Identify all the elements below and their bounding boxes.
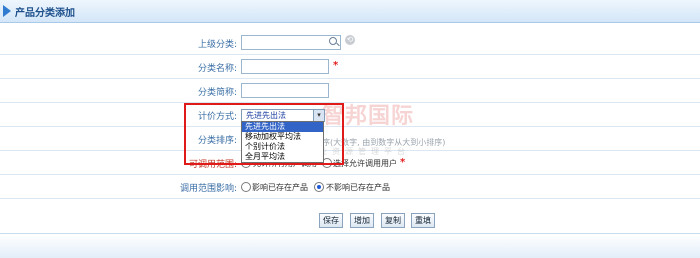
highlight-box: [184, 103, 344, 165]
category-name-label: 分类名称:: [197, 64, 237, 74]
impact-existing-label: 影响已存在产品: [252, 183, 308, 192]
title-bar: 产品分类添加: [0, 0, 700, 23]
parent-category-input[interactable]: [241, 35, 341, 50]
impact-existing-radio[interactable]: [241, 182, 251, 192]
row-scope-impact: 调用范围影响: 影响已存在产品 不影响已存在产品: [0, 174, 700, 199]
row-parent-category: 上级分类: ⟲: [0, 30, 700, 55]
required-mark: *: [400, 157, 406, 168]
reset-button[interactable]: 重填: [411, 213, 435, 228]
copy-button[interactable]: 复制: [381, 213, 405, 228]
impact-none-radio[interactable]: [314, 182, 324, 192]
category-abbr-label: 分类简称:: [197, 88, 237, 98]
category-name-input[interactable]: [241, 59, 329, 74]
search-icon[interactable]: [329, 37, 337, 45]
scope-impact-label: 调用范围影响:: [179, 184, 237, 194]
row-category-name: 分类名称: *: [0, 54, 700, 79]
footer-bar: [0, 233, 700, 258]
impact-none-label: 不影响已存在产品: [326, 183, 390, 192]
required-mark: *: [333, 60, 339, 71]
page-title: 产品分类添加: [15, 8, 75, 19]
save-button[interactable]: 保存: [319, 213, 343, 228]
category-abbr-input[interactable]: [241, 83, 329, 98]
clear-icon[interactable]: ⟲: [345, 35, 355, 45]
arrow-icon: [3, 5, 11, 17]
add-button[interactable]: 增加: [350, 213, 374, 228]
parent-category-label: 上级分类:: [197, 40, 237, 50]
